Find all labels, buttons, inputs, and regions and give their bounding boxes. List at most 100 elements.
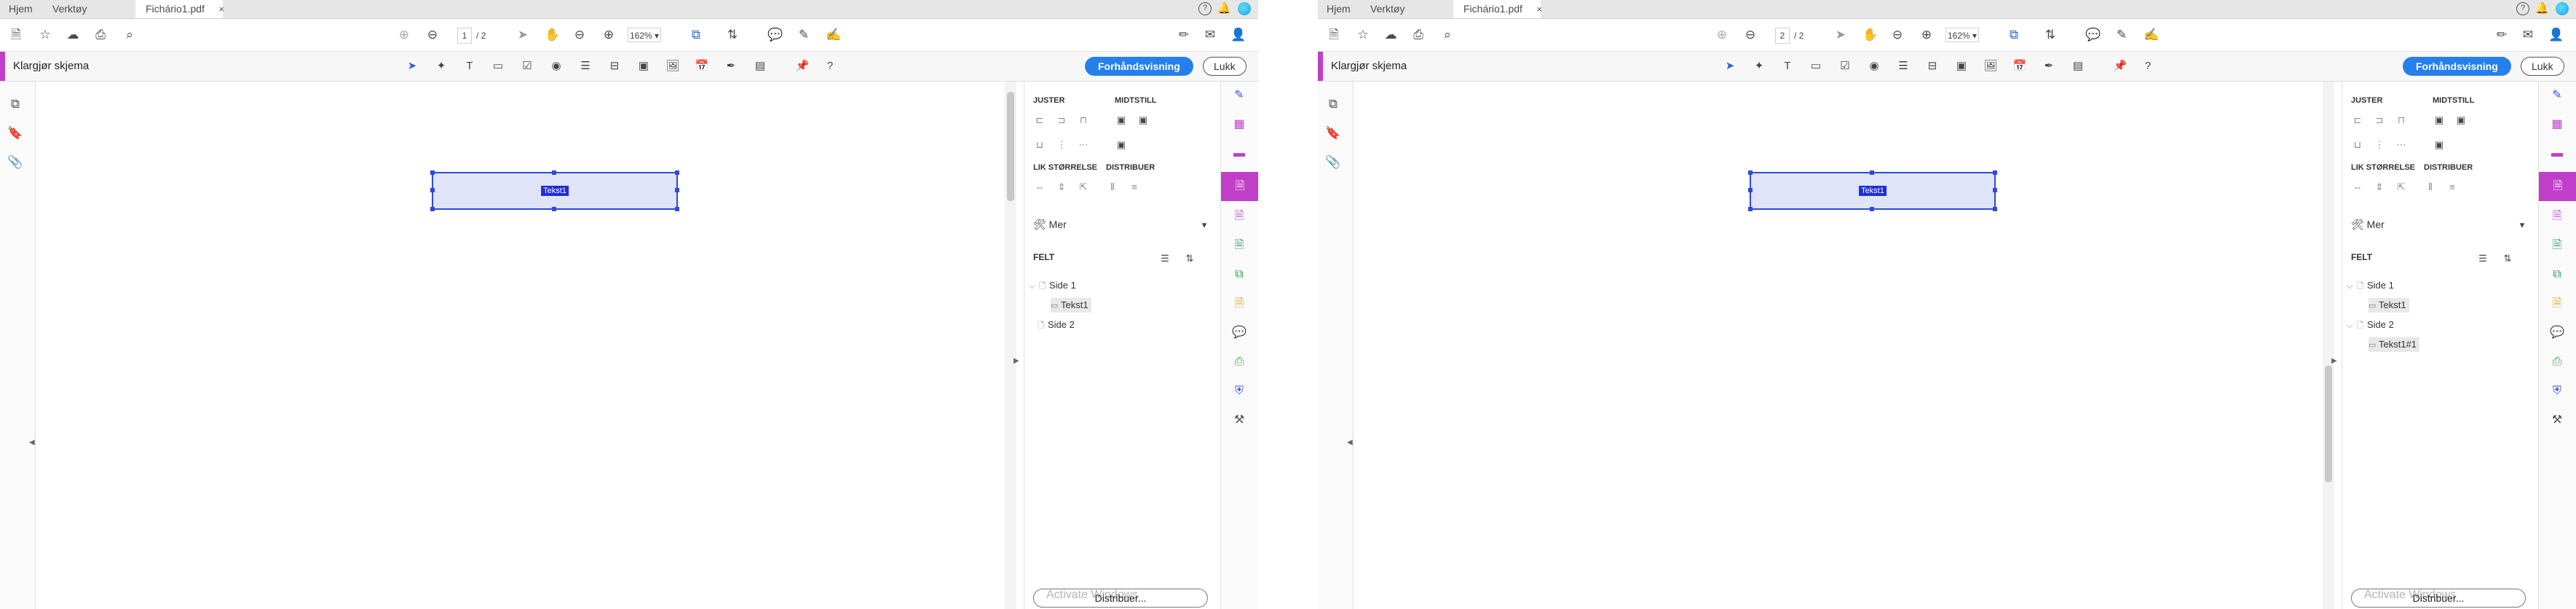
resize-handle[interactable]	[1748, 188, 1753, 192]
tree-field-node[interactable]: ▭ Tekst1#1	[2368, 337, 2420, 352]
comment-tool-icon[interactable]: 💬	[1231, 325, 1247, 341]
document-page-area[interactable]: Tekst1	[36, 82, 1005, 609]
prepare-form-tool-icon[interactable]: 🗎	[2539, 172, 2576, 201]
hand-tool-icon[interactable]: ✋	[545, 28, 560, 42]
print-icon[interactable]: ⎙	[1411, 28, 1426, 42]
notifications-icon[interactable]: 🔔	[1217, 2, 1231, 15]
same-height-icon[interactable]: ⇕	[1055, 181, 1068, 194]
fit-page-icon[interactable]: ⧉	[689, 28, 703, 42]
same-height-icon[interactable]: ⇕	[2373, 181, 2386, 194]
scrollbar-thumb[interactable]	[2325, 366, 2332, 482]
mail-icon[interactable]: ✉	[2521, 28, 2535, 42]
tree-page-node[interactable]: ⌵ 🗋 Side 1	[2347, 278, 2394, 293]
date-field-icon[interactable]: 📅	[2012, 59, 2027, 74]
checkbox-icon[interactable]: ☑	[520, 59, 534, 74]
sort-order-icon[interactable]: ⇅	[2501, 252, 2514, 265]
button-field-icon[interactable]: ▣	[636, 59, 651, 74]
radio-button-icon[interactable]: ◉	[549, 59, 564, 74]
comment-icon[interactable]: 💬	[2085, 28, 2101, 42]
text-field-icon[interactable]: ▭	[491, 59, 505, 74]
collapse-left-icon[interactable]: ◀	[29, 439, 35, 447]
same-width-icon[interactable]: ⇔	[1033, 181, 1046, 194]
tab-tools[interactable]: Verktøy	[52, 0, 87, 18]
close-tab-icon[interactable]: ×	[1536, 0, 1542, 18]
align-bottom-icon[interactable]: ⊔	[2351, 138, 2364, 152]
attachments-icon[interactable]: 📎	[1325, 154, 1341, 170]
select-cursor-icon[interactable]: ➤	[1833, 28, 1848, 42]
resize-handle[interactable]	[430, 188, 435, 192]
align-center-v-icon[interactable]: ⋯	[1077, 138, 1090, 152]
protect-icon[interactable]: 🗎	[1231, 296, 1247, 312]
avatar[interactable]	[2556, 2, 2569, 15]
close-form-button[interactable]: Lukk	[1203, 57, 1246, 76]
document-scrollbar[interactable]	[2323, 82, 2334, 609]
same-width-icon[interactable]: ⇔	[2351, 181, 2364, 194]
page-down-icon[interactable]: ⊖	[1743, 28, 1758, 42]
page-number-input[interactable]: 2	[1775, 28, 1790, 44]
center-vertical-icon[interactable]: ▣	[2454, 114, 2468, 127]
radio-button-icon[interactable]: ◉	[1867, 59, 1881, 74]
resize-handle[interactable]	[552, 170, 556, 175]
comment-icon[interactable]: 💬	[767, 28, 783, 42]
security-shield-icon[interactable]: ⛨	[2549, 383, 2565, 399]
more-tools-icon[interactable]: ⚒	[1231, 412, 1247, 428]
chevron-down-icon[interactable]: ⌵	[1029, 279, 1039, 294]
text-field-tekst1[interactable]: Tekst1	[1748, 170, 1997, 211]
distribute-button[interactable]: Distribuer...	[2351, 589, 2526, 608]
add-text-icon[interactable]: T	[1780, 59, 1795, 74]
align-left-icon[interactable]: ⊏	[2351, 114, 2364, 127]
zoom-level-select[interactable]: 162% ▾	[1945, 28, 1979, 42]
text-field-tekst1[interactable]: Tekst1	[430, 170, 679, 211]
tab-home[interactable]: Hjem	[1327, 0, 1351, 18]
combine-files-icon[interactable]: ⧉	[2549, 267, 2565, 283]
resize-handle[interactable]	[675, 188, 679, 192]
align-center-h-icon[interactable]: ⋮	[2373, 138, 2386, 152]
more-dropdown-icon[interactable]: ▾	[2516, 219, 2529, 232]
page-thumbnails-icon[interactable]: ⧉	[1325, 96, 1341, 112]
pin-icon[interactable]: 📌	[795, 59, 810, 74]
add-text-icon[interactable]: T	[462, 59, 477, 74]
create-pdf-icon[interactable]: 🗎	[2549, 237, 2565, 254]
document-page-area[interactable]: Tekst1	[1354, 82, 2323, 609]
same-size-icon[interactable]: ⇱	[2395, 181, 2408, 194]
zoom-in-icon[interactable]: ⊕	[601, 28, 616, 42]
align-top-icon[interactable]: ⊓	[2395, 114, 2408, 127]
distribute-horizontal-icon[interactable]: ⫴	[1106, 181, 1119, 194]
same-size-icon[interactable]: ⇱	[1077, 181, 1090, 194]
auto-detect-fields-icon[interactable]: ✦	[1752, 59, 1766, 74]
signature-field-icon[interactable]: ✒	[2042, 59, 2056, 74]
create-icon[interactable]: 🗎	[1327, 28, 1341, 42]
help-icon[interactable]: ?	[2516, 2, 2529, 15]
zoom-out-icon[interactable]: ⊖	[1890, 28, 1905, 42]
prepare-form-tool-icon[interactable]: 🗎	[1221, 172, 1258, 201]
list-box-icon[interactable]: ☰	[578, 59, 593, 74]
avatar[interactable]	[1238, 2, 1251, 15]
page-up-icon[interactable]: ⊕	[397, 28, 411, 42]
combine-files-icon[interactable]: ⧉	[1231, 267, 1247, 283]
scroll-mode-icon[interactable]: ⇅	[2043, 28, 2058, 42]
distribute-button[interactable]: Distribuer...	[1033, 589, 1208, 608]
align-left-icon[interactable]: ⊏	[1033, 114, 1046, 127]
select-object-icon[interactable]: ➤	[405, 59, 419, 74]
more-tools-icon[interactable]: ⚒	[2549, 412, 2565, 428]
organize-pages-icon[interactable]: ▦	[1231, 117, 1247, 133]
date-field-icon[interactable]: 📅	[695, 59, 709, 74]
search-icon[interactable]: ⌕	[122, 28, 137, 42]
page-thumbnails-icon[interactable]: ⧉	[7, 96, 23, 112]
highlight-pen-icon[interactable]: ✎	[2114, 28, 2129, 42]
organize-pages-icon[interactable]: ▦	[2549, 117, 2565, 133]
edit-pdf-tool-icon[interactable]: ▬	[2549, 146, 2565, 162]
distribute-vertical-icon[interactable]: ≡	[1128, 181, 1141, 194]
align-center-v-icon[interactable]: ⋯	[2395, 138, 2408, 152]
scroll-mode-icon[interactable]: ⇅	[725, 28, 740, 42]
barcode-icon[interactable]: ▤	[2071, 59, 2085, 74]
text-field-icon[interactable]: ▭	[1809, 59, 1823, 74]
signature-field-icon[interactable]: ✒	[724, 59, 738, 74]
resize-handle[interactable]	[552, 207, 556, 211]
bookmarks-icon[interactable]: 🔖	[1325, 125, 1341, 141]
fill-sign-icon[interactable]: ✎	[1231, 87, 1247, 103]
document-scrollbar[interactable]	[1005, 82, 1016, 609]
sort-icon[interactable]: ☰	[1158, 252, 1172, 265]
preview-button[interactable]: Forhåndsvisning	[2403, 57, 2511, 76]
zoom-level-select[interactable]: 162% ▾	[628, 28, 661, 42]
